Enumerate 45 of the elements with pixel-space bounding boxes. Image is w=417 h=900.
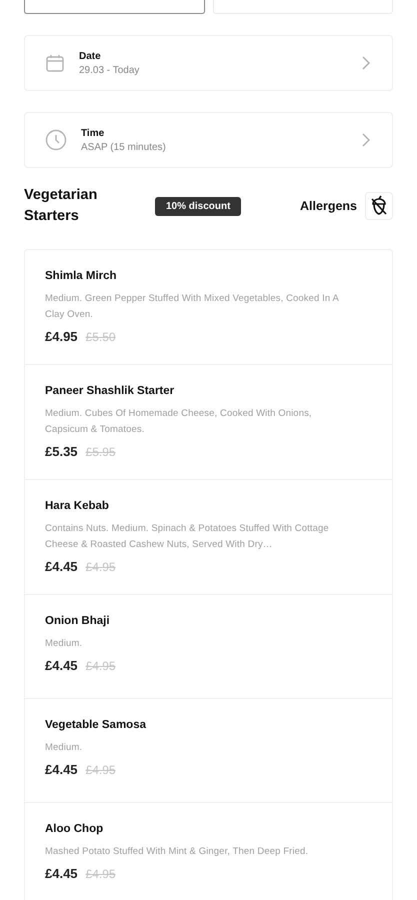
date-picker[interactable]: Date 29.03 - Today <box>24 35 393 91</box>
menu-item[interactable]: Aloo Chop Mashed Potato Stuffed With Mint & Ginger, Then Deep Fried. £4.45 £4.95 <box>25 803 392 900</box>
original-price: £5.95 <box>86 445 116 459</box>
item-price: £5.35 <box>45 444 78 459</box>
item-price: £4.45 <box>45 762 78 777</box>
item-name: Vegetable Samosa <box>45 719 147 731</box>
clock-icon <box>45 129 67 151</box>
original-price: £4.95 <box>86 560 116 574</box>
item-description: Medium. <box>45 741 84 755</box>
item-price: £4.45 <box>45 658 78 673</box>
item-price: £4.45 <box>45 866 78 881</box>
crossed-acorn-icon <box>369 195 389 217</box>
menu-item[interactable]: Vegetable Samosa Medium. £4.45 £4.95 <box>25 699 392 803</box>
original-price: £4.95 <box>86 763 116 777</box>
item-description: Medium. Cubes Of Homemade Cheese, Cooked With Onions, Capsicum & Tomatoes. <box>45 407 313 437</box>
item-name: Aloo Chop <box>45 823 104 835</box>
chevron-right-icon <box>362 133 370 147</box>
date-label: Date <box>79 50 102 62</box>
time-value: ASAP (15 minutes) <box>81 142 167 152</box>
discount-badge: 10% discount <box>155 196 242 216</box>
date-value: 29.03 - Today <box>79 64 140 76</box>
original-price: £4.95 <box>86 659 116 673</box>
section-title: Vegetarian Starters <box>24 186 98 226</box>
menu-item[interactable]: Hara Kebab Contains Nuts. Medium. Spinach & Potatoes Stuffed With Cottage Cheese & Roasted Cashew Nuts, Served With Dry… £4.45 £4.95 <box>25 480 392 595</box>
time-label: Time <box>81 128 106 138</box>
chevron-right-icon <box>362 56 370 70</box>
item-name: Paneer Shashlik Starter <box>45 385 176 397</box>
item-name: Hara Kebab <box>45 500 110 512</box>
item-name: Shimla Mirch <box>45 270 118 282</box>
original-price: £4.95 <box>86 867 116 881</box>
allergens-button[interactable] <box>365 192 393 220</box>
menu-item[interactable]: Paneer Shashlik Starter Medium. Cubes Of Homemade Cheese, Cooked With Onions, Capsicum & Tomatoes. £5.35 £5.95 <box>25 365 392 480</box>
time-picker[interactable]: Time ASAP (15 minutes) <box>24 112 393 168</box>
menu-item[interactable]: Shimla Mirch Medium. Green Pepper Stuffed With Mixed Vegetables, Cooked In A Clay Oven. £4.95 £5.50 <box>25 250 392 365</box>
item-description: Mashed Potato Stuffed With Mint & Ginger, Then Deep Fried. <box>45 845 310 859</box>
original-price: £5.50 <box>86 330 116 344</box>
item-description: Contains Nuts. Medium. Spinach & Potatoes Stuffed With Cottage Cheese & Roasted Cashew Nuts, Served With Dry… <box>45 522 330 552</box>
item-description: Medium. Green Pepper Stuffed With Mixed Vegetables, Cooked In A Clay Oven. <box>45 292 340 322</box>
allergens-label: Allergens <box>300 199 357 213</box>
item-name: Onion Bhaji <box>45 615 111 627</box>
calendar-icon <box>45 53 65 73</box>
item-price: £4.95 <box>45 329 78 344</box>
item-description: Medium. <box>45 637 84 651</box>
item-price: £4.45 <box>45 559 78 574</box>
menu-item[interactable]: Onion Bhaji Medium. £4.45 £4.95 <box>25 595 392 699</box>
